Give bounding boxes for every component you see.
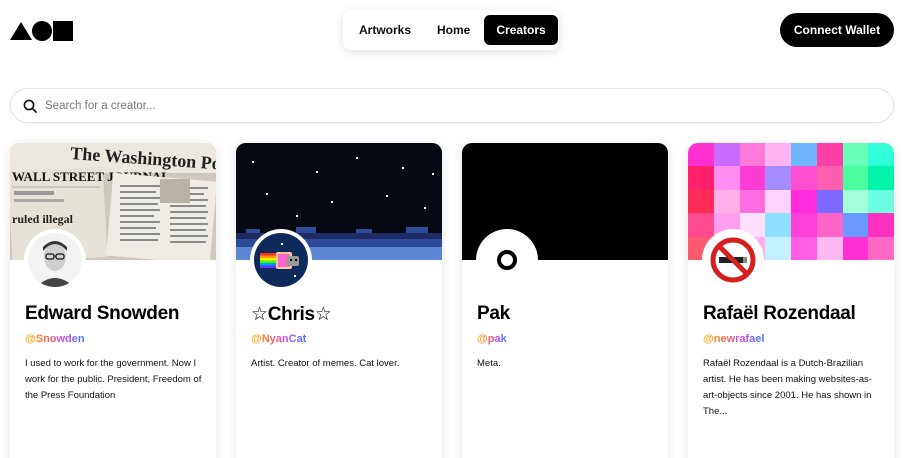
creator-card-nyancat[interactable]: ☆Chris☆ @NyanCat Artist. Creator of meme… [236,143,442,458]
creator-name: Rafaël Rozendaal [703,303,856,324]
aoh-logo[interactable] [10,20,74,42]
nav-creators[interactable]: Creators [484,15,558,45]
creator-bio: Artist. Creator of memes. Cat lover. [251,358,400,369]
creator-card-snowden[interactable]: The Washington Post WALL STREET JOURNAL … [10,143,216,458]
nyan-cat-icon [254,233,308,287]
creator-bio: I used to work for the government. Now I… [25,358,202,401]
creator-card-rozendaal[interactable]: Rafaël Rozendaal @newrafael Rafaël Rozen… [688,143,894,458]
creator-handle[interactable]: @Snowden [25,333,85,345]
creator-search-bar[interactable] [10,88,894,123]
creator-handle[interactable]: @pak [477,333,507,345]
search-input[interactable] [45,99,845,112]
creator-card-pak[interactable]: Pak @pak Meta. [462,143,668,458]
creator-name: Pak [477,303,510,324]
search-icon [23,99,37,113]
avatar [702,229,764,291]
creator-bio: Meta. [477,358,501,369]
nav-artworks[interactable]: Artworks [347,15,423,45]
aoh-logo-icon [10,21,73,41]
avatar [24,229,86,291]
ring-icon [480,233,534,287]
creator-bio: Rafaël Rozendaal is a Dutch-Brazilian ar… [703,358,872,417]
creator-handle[interactable]: @newrafael [703,333,764,345]
avatar [250,229,312,291]
creator-name: ☆Chris☆ [251,304,332,325]
snowden-portrait-icon [28,233,82,287]
no-smoking-icon [706,233,760,287]
avatar [476,229,538,291]
banner-headline-illegal: ruled illegal [12,212,74,226]
creator-name: Edward Snowden [25,303,180,324]
connect-wallet-button[interactable]: Connect Wallet [780,13,894,47]
nav-home[interactable]: Home [425,15,482,45]
main-nav: Artworks Home Creators [343,10,559,50]
creator-handle[interactable]: @NyanCat [251,333,306,345]
